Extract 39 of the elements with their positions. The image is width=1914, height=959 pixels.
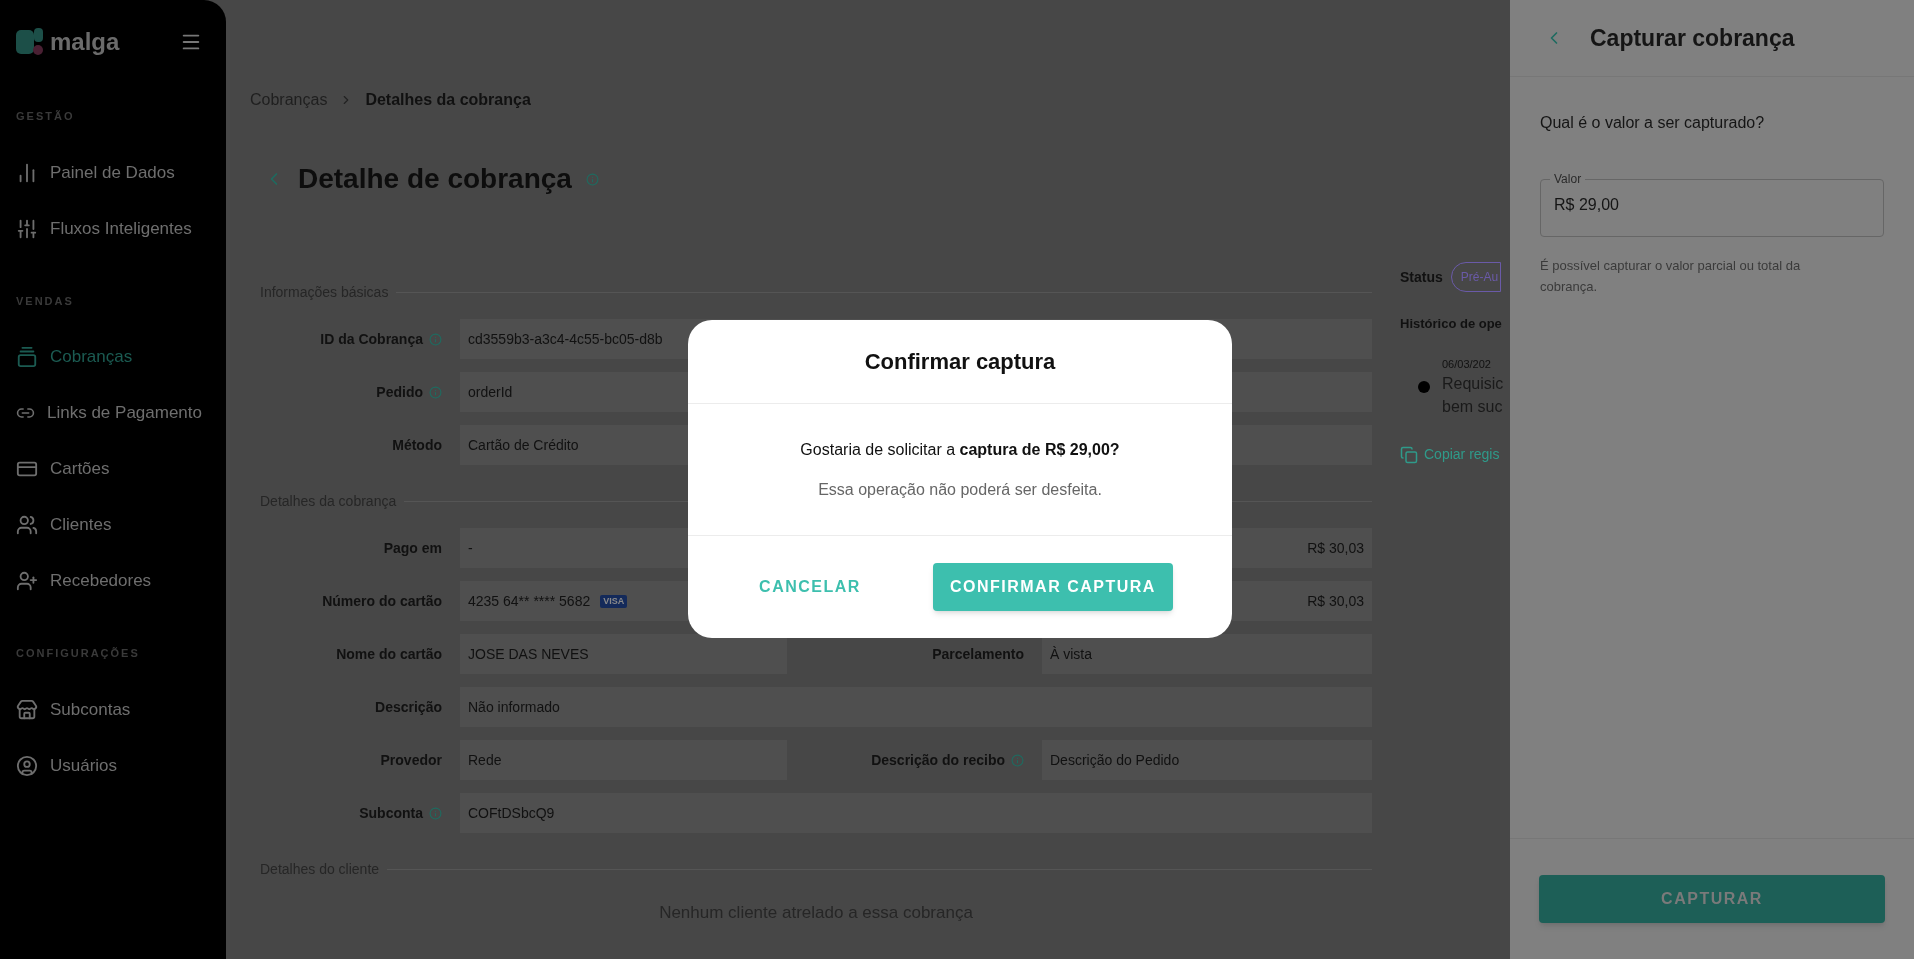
value-field: COFtDSbcQ9 <box>460 793 1372 833</box>
section-heading: GESTÃO <box>16 109 76 124</box>
visa-card-badge: VISA <box>600 594 628 608</box>
logo-icon <box>16 28 44 56</box>
nav-item[interactable]: Cartões <box>16 451 202 487</box>
copy-link[interactable]: Copiar regis <box>1400 444 1510 465</box>
nav-item[interactable]: Recebedores <box>16 563 202 599</box>
question-text: Qual é o valor a ser capturado? <box>1540 113 1766 133</box>
sliders-icon <box>16 217 38 240</box>
copy-icon <box>1400 445 1418 464</box>
section-heading: CONFIGURAÇÕES <box>16 646 141 661</box>
cards-icon <box>16 346 38 368</box>
nav-item[interactable]: Subcontas <box>16 691 202 728</box>
nav-item[interactable]: Usuários <box>16 747 202 784</box>
value-input[interactable]: Valor R$ 29,00 <box>1540 171 1884 237</box>
dialog-title: Confirmar captura <box>864 348 1056 376</box>
user-plus-icon <box>16 570 38 592</box>
confirm-button[interactable]: CONFIRMAR CAPTURA <box>932 563 1173 611</box>
users-icon <box>16 514 38 536</box>
value-field: JOSE DAS NEVES <box>460 634 787 674</box>
dialog-note: Essa operação não poderá ser desfeita. <box>818 479 1102 500</box>
drawer-title: Capturar cobrança <box>1590 23 1795 53</box>
nav-item[interactable]: Clientes <box>16 507 202 543</box>
nav-item[interactable]: Painel de Dados <box>16 154 202 191</box>
dialog-message: Gostaria de solicitar a captura de R$ 29,00? <box>800 439 1120 460</box>
logo-text: malga <box>50 27 120 57</box>
value-field: Descrição do Pedido <box>1042 740 1372 780</box>
nav-item[interactable]: Fluxos Inteligentes <box>16 210 202 247</box>
user-circle-icon <box>16 754 38 777</box>
value-field: Não informado <box>460 687 1372 727</box>
info-icon <box>585 172 599 186</box>
helper-text: É possível capturar o valor parcial ou total da cobrança. <box>1540 257 1802 296</box>
store-icon <box>16 698 38 721</box>
page-title: Detalhe de cobrança <box>298 162 572 196</box>
section-heading: VENDAS <box>16 293 75 309</box>
value-field: À vista <box>1042 634 1372 674</box>
nav-item[interactable]: Links de Pagamento <box>16 395 202 431</box>
value-field: Rede <box>460 740 787 780</box>
nav-item[interactable]: Cobranças <box>16 339 202 375</box>
